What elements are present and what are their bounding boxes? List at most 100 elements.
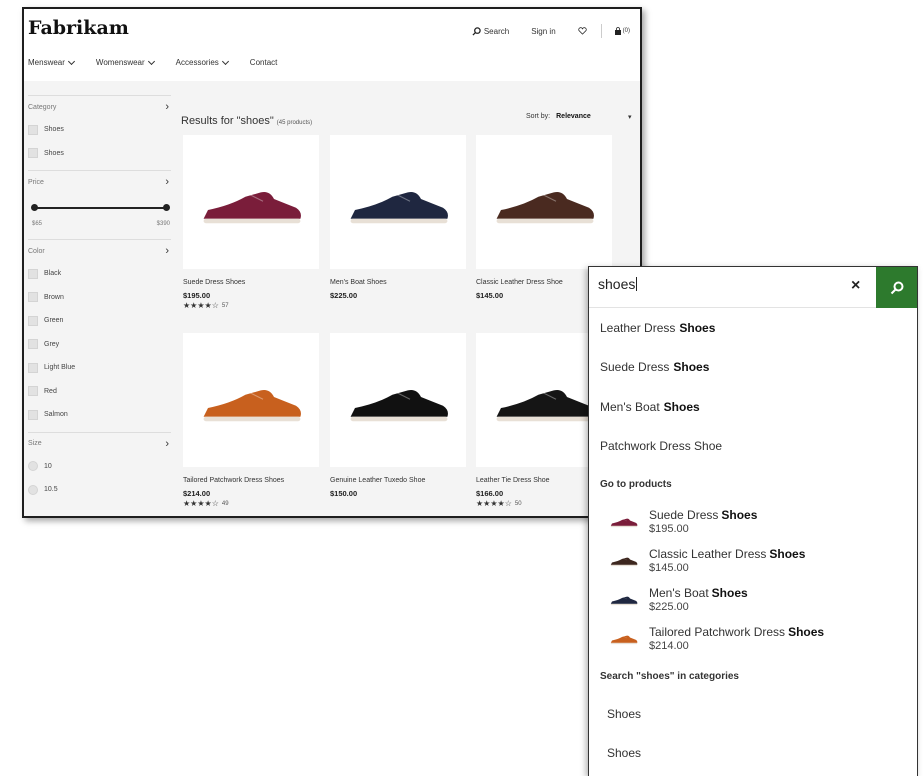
results-page: Category › Shoes Shoes Price › $65 $390 Co… [24,81,640,516]
nav-item-contact[interactable]: Contact [250,58,278,67]
product-name[interactable]: Genuine Leather Tuxedo Shoe [330,477,466,484]
clear-search-button[interactable]: × [851,277,860,295]
filter-option[interactable]: Salmon [28,403,171,427]
product-suggestion[interactable]: Men's Boat Shoes $225.00 [589,580,917,619]
search-submit-button[interactable] [876,267,917,308]
filter-option[interactable]: Light Blue [28,356,171,380]
product-suggestion[interactable]: Tailored Patchwork Dress Shoes $214.00 [589,619,917,658]
search-suggestion[interactable]: Patchwork Dress Shoe [589,427,917,467]
nav-label: Womenswear [95,58,145,67]
suggestion-text: Patchwork Dress Shoe [600,439,723,454]
filter-option-label: Salmon [44,411,68,419]
filter-option[interactable]: Green [28,309,171,333]
nav-label: Accessories [175,58,219,67]
suggestion-text: Leather Dress [600,320,676,335]
search-suggestion[interactable]: Suede Dress Shoes [589,348,917,388]
category-suggestion-list: Shoes Shoes [589,694,917,773]
shoe-image [490,177,600,237]
product-suggestion[interactable]: Classic Leather Dress Shoes $145.00 [589,541,917,580]
search-link-label: Search [483,26,510,36]
product-suggestion-price: $214.00 [649,639,689,652]
product-suggestion-match: Shoes [711,585,748,600]
suggestion-match: Shoes [679,320,716,335]
filter-option[interactable]: Red [28,380,171,404]
chevron-right-icon: › [165,176,169,188]
radio-button[interactable] [28,484,38,495]
product-suggestion-match: Shoes [769,546,806,561]
checkbox[interactable] [28,339,38,350]
radio-button[interactable] [28,461,38,472]
filter-header-price[interactable]: Price › [28,171,171,193]
checkbox[interactable] [28,124,38,135]
product-card[interactable]: Genuine Leather Tuxedo Shoe $150.00 [330,333,466,498]
suggestion-match: Shoes [673,360,710,375]
product-card[interactable]: Suede Dress Shoes $195.00 ★★★★☆ 57 [183,135,319,310]
results-count: (45 products) [276,120,313,126]
cart-button[interactable]: (0) [614,27,630,35]
price-slider-max-handle[interactable] [163,204,170,211]
filter-option-label: 10.5 [44,486,58,494]
checkbox[interactable] [28,268,38,279]
header-utilities: Search Sign in (0) [450,24,630,38]
product-thumbnail [609,551,639,571]
suggestion-list: Leather Dress Shoes Suede Dress Shoes Men's … [589,308,917,466]
product-suggestion-name: Tailored Patchwork Dress [649,624,786,639]
chevron-down-icon[interactable]: ▾ [628,113,632,121]
filter-option[interactable]: Shoes [28,118,171,142]
filter-option[interactable]: 10 [28,455,171,479]
product-image[interactable] [183,333,319,467]
checkbox[interactable] [28,409,38,420]
product-card[interactable]: Tailored Patchwork Dress Shoes $214.00 ★★★… [183,333,319,508]
wishlist-button[interactable] [578,27,587,35]
product-name[interactable]: Men's Boat Shoes [330,279,466,286]
chevron-right-icon: › [165,437,169,450]
filter-header-color[interactable]: Color › [28,240,171,262]
filter-option[interactable]: Grey [28,333,171,357]
browser-window: Fabrikam Search Sign in (0) Menswear Wom… [22,7,642,518]
search-suggestion[interactable]: Men's Boat Shoes [589,387,917,427]
shoe-image [197,375,307,435]
signin-link[interactable]: Sign in [531,27,555,36]
header-divider [600,24,602,38]
filter-option[interactable]: Black [28,262,171,286]
filter-sidebar: Category › Shoes Shoes Price › $65 $390 Co… [28,95,171,502]
price-slider[interactable]: $65 $390 [28,193,171,239]
product-image[interactable] [330,135,466,269]
site-logo[interactable]: Fabrikam [28,17,129,39]
product-name[interactable]: Suede Dress Shoes [183,279,319,286]
filter-option[interactable]: 10.5 [28,478,171,502]
category-suggestion[interactable]: Shoes [589,694,917,734]
filter-option[interactable]: Shoes [28,142,171,166]
checkbox[interactable] [28,148,38,159]
product-card[interactable]: Men's Boat Shoes $225.00 [330,135,466,300]
search-suggestion[interactable]: Leather Dress Shoes [589,308,917,348]
nav-item-womenswear[interactable]: Womenswear [95,57,155,67]
product-image[interactable] [183,135,319,269]
price-max-label: $390 [156,221,170,227]
sort-dropdown[interactable]: Sort by: Relevance [526,113,591,120]
site-header: Fabrikam Search Sign in (0) Menswear Wom… [24,9,640,81]
product-suggestion[interactable]: Suede Dress Shoes $195.00 [589,502,917,541]
shoe-image [490,375,600,435]
checkbox[interactable] [28,362,38,373]
product-name[interactable]: Tailored Patchwork Dress Shoes [183,477,319,484]
checkbox[interactable] [28,386,38,397]
filter-title: Size [28,440,42,447]
price-slider-min-handle[interactable] [31,204,38,211]
filter-title: Color [28,247,45,255]
nav-item-accessories[interactable]: Accessories [175,57,229,67]
search-input[interactable]: shoes [598,276,638,292]
filter-option-label: Red [44,387,57,395]
category-suggestion[interactable]: Shoes [589,734,917,774]
checkbox[interactable] [28,292,38,303]
go-to-products-heading: Go to products [600,478,672,490]
product-image[interactable] [330,333,466,467]
product-image[interactable] [476,135,612,269]
nav-item-menswear[interactable]: Menswear [28,57,75,67]
filter-option[interactable]: Brown [28,286,171,310]
checkbox[interactable] [28,315,38,326]
filter-header-category[interactable]: Category › [28,96,171,118]
search-link[interactable]: Search [472,27,509,36]
search-query: shoes [598,276,636,292]
filter-header-size[interactable]: Size › [28,433,171,455]
